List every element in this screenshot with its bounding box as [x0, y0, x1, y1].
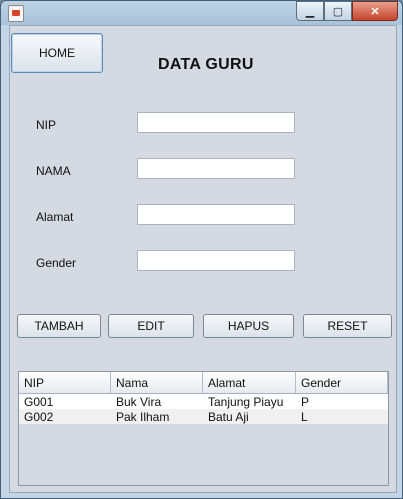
column-header-nip[interactable]: NIP [19, 372, 111, 393]
table-header: NIP Nama Alamat Gender [19, 372, 388, 394]
gender-field[interactable] [137, 250, 295, 271]
table-row[interactable]: G002 Pak Ilham Batu Aji L [19, 409, 388, 424]
guru-table[interactable]: NIP Nama Alamat Gender G001 Buk Vira Tan… [18, 371, 389, 486]
content-panel: HOME DATA GURU NIP NAMA Alamat Gender TA… [9, 25, 397, 493]
nama-field[interactable] [137, 158, 295, 179]
page-title: DATA GURU [158, 56, 254, 73]
java-app-icon [8, 5, 24, 22]
nip-field[interactable] [137, 112, 295, 133]
nama-label: NAMA [36, 164, 71, 178]
home-button[interactable]: HOME [11, 33, 103, 73]
table-row[interactable]: G001 Buk Vira Tanjung Piayu P [19, 394, 388, 409]
cell-alamat: Batu Aji [208, 410, 249, 424]
cell-nip: G001 [24, 395, 54, 409]
cell-gender: L [301, 410, 308, 424]
window-controls: ▁ ▢ ✕ [296, 1, 398, 21]
nip-label: NIP [36, 118, 57, 132]
reset-button[interactable]: RESET [303, 314, 392, 338]
alamat-field[interactable] [137, 204, 295, 225]
hapus-button[interactable]: HAPUS [203, 314, 294, 338]
maximize-button[interactable]: ▢ [324, 1, 352, 21]
cell-alamat: Tanjung Piayu [208, 395, 284, 409]
title-bar[interactable]: ▁ ▢ ✕ [1, 1, 402, 25]
minimize-button[interactable]: ▁ [296, 1, 324, 21]
alamat-label: Alamat [36, 210, 74, 224]
tambah-button[interactable]: TAMBAH [17, 314, 101, 338]
edit-button[interactable]: EDIT [108, 314, 194, 338]
close-button[interactable]: ✕ [352, 1, 398, 21]
cell-gender: P [301, 395, 310, 409]
cell-nama: Pak Ilham [116, 410, 170, 424]
column-header-gender[interactable]: Gender [296, 372, 388, 393]
column-header-alamat[interactable]: Alamat [203, 372, 296, 393]
app-window: ▁ ▢ ✕ HOME DATA GURU NIP NAMA Alamat Gen… [0, 0, 403, 499]
cell-nip: G002 [24, 410, 54, 424]
column-header-nama[interactable]: Nama [111, 372, 203, 393]
gender-label: Gender [36, 256, 77, 270]
cell-nama: Buk Vira [116, 395, 162, 409]
